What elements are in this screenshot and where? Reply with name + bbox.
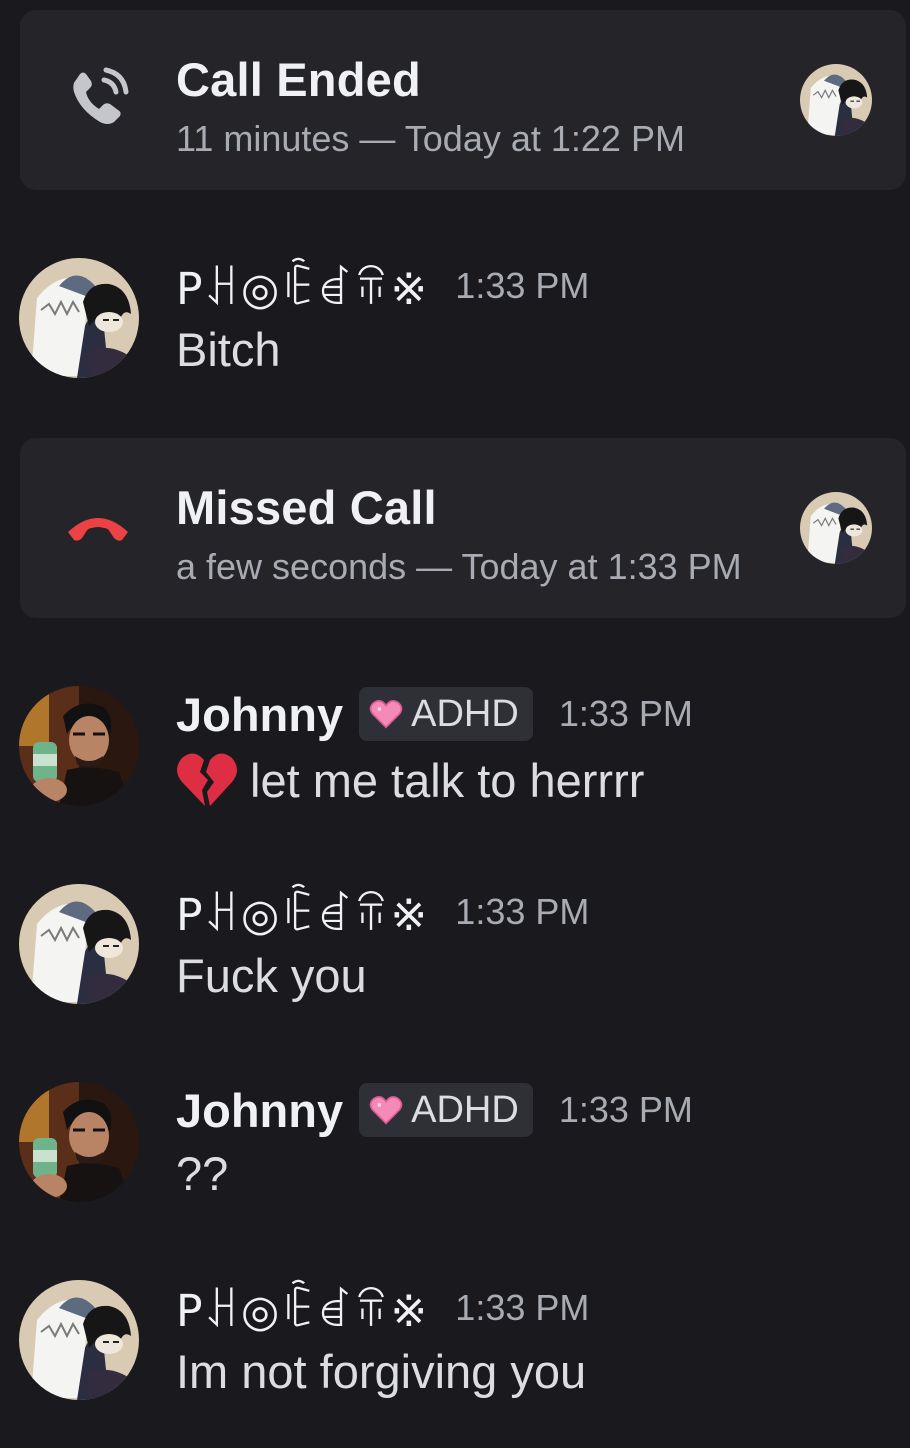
avatar[interactable] [800, 492, 872, 564]
avatar[interactable] [19, 258, 139, 378]
tag-label: ADHD [411, 1088, 519, 1131]
server-tag[interactable]: ADHD [359, 687, 533, 741]
avatar[interactable] [800, 64, 872, 136]
message-text: Im not forgiving you [176, 1345, 587, 1398]
avatar[interactable] [19, 686, 139, 806]
message-header: Johnny ADHD 1:33 PM [176, 1080, 693, 1140]
message: Johnny ADHD 1:33 PM ?? [0, 1082, 910, 1232]
username[interactable]: ꓑꃅ◎ꍟꀸꋖ※ [176, 883, 429, 941]
username[interactable]: ꓑꃅ◎ꍟꀸꋖ※ [176, 1279, 429, 1337]
broken-heart-icon [176, 750, 238, 819]
message-text: ?? [176, 1147, 229, 1200]
call-subtitle: 11 minutes — Today at 1:22 PM [176, 118, 685, 159]
avatar[interactable] [19, 1280, 139, 1400]
username[interactable]: ꓑꃅ◎ꍟꀸꋖ※ [176, 257, 429, 315]
server-tag[interactable]: ADHD [359, 1083, 533, 1137]
timestamp: 1:33 PM [455, 1287, 590, 1328]
tag-label: ADHD [411, 692, 519, 735]
pink-heart-icon [369, 1095, 403, 1125]
message-text: let me talk to herrrr [176, 750, 644, 819]
timestamp: 1:33 PM [558, 1089, 693, 1130]
message: ꓑꃅ◎ꍟꀸꋖ※ 1:33 PM Bitch [0, 258, 910, 408]
call-title: Missed Call [176, 481, 437, 534]
username[interactable]: Johnny [176, 1083, 343, 1138]
call-title: Call Ended [176, 53, 421, 106]
pink-heart-icon [369, 699, 403, 729]
phone-hangup-icon [66, 500, 130, 564]
call-subtitle: a few seconds — Today at 1:33 PM [176, 546, 742, 587]
message-header: ꓑꃅ◎ꍟꀸꋖ※ 1:33 PM [176, 882, 589, 942]
timestamp: 1:33 PM [558, 693, 693, 734]
message-header: ꓑꃅ◎ꍟꀸꋖ※ 1:33 PM [176, 1278, 589, 1338]
message-text: Bitch [176, 323, 281, 376]
missed-call-card[interactable]: Missed Call a few seconds — Today at 1:3… [20, 438, 906, 618]
message: Johnny ADHD 1:33 PM let me talk to herrr… [0, 686, 910, 836]
message-header: ꓑꃅ◎ꍟꀸꋖ※ 1:33 PM [176, 256, 589, 316]
avatar[interactable] [19, 1082, 139, 1202]
avatar[interactable] [19, 884, 139, 1004]
message: ꓑꃅ◎ꍟꀸꋖ※ 1:33 PM Im not forgiving you [0, 1280, 910, 1430]
message: ꓑꃅ◎ꍟꀸꋖ※ 1:33 PM Fuck you [0, 884, 910, 1034]
timestamp: 1:33 PM [455, 265, 590, 306]
message-text: Fuck you [176, 949, 367, 1002]
message-body: let me talk to herrrr [250, 753, 645, 807]
call-ended-card[interactable]: Call Ended 11 minutes — Today at 1:22 PM [20, 10, 906, 190]
message-header: Johnny ADHD 1:33 PM [176, 684, 693, 744]
phone-ringing-icon [66, 66, 130, 130]
username[interactable]: Johnny [176, 687, 343, 742]
timestamp: 1:33 PM [455, 891, 590, 932]
